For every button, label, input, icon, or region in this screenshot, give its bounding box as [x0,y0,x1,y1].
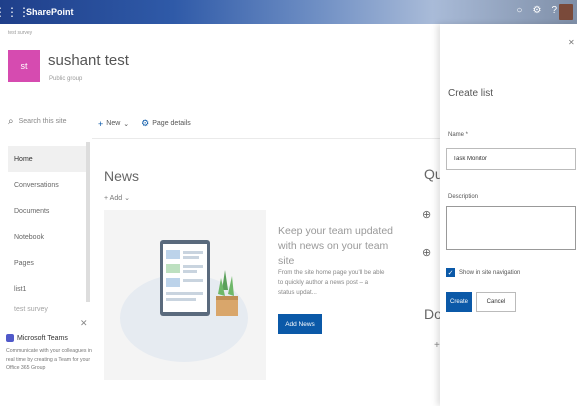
teams-promo-label: Microsoft Teams [17,334,68,342]
globe-icon[interactable]: ⊕ [422,246,431,259]
nav-item-documents[interactable]: Documents [8,198,88,224]
plus-icon: + [98,118,104,129]
news-body: From the site home page you'll be able t… [278,269,385,296]
command-bar: + New ⌄ ⚙ Page details [98,118,191,129]
nav-item-list1[interactable]: list1 [8,276,88,302]
suite-icons: ○ ⚙ ? [516,5,557,16]
new-button[interactable]: + New ⌄ [98,118,129,129]
name-field[interactable] [446,148,576,170]
avatar[interactable] [559,4,573,20]
new-label: New [106,120,121,127]
gear-icon: ⚙ [141,118,150,128]
news-illustration-image [120,240,248,362]
teams-promo-text: Communicate with your colleagues in real… [6,348,92,371]
command-bar-divider [92,138,440,139]
chevron-down-icon: ⌄ [123,120,130,128]
name-label: Name * [448,132,469,138]
site-logo[interactable]: st [8,50,40,82]
description-label: Description [448,194,479,200]
site-header: test survey st sushant test Public group [0,24,440,106]
nav-item-test-survey[interactable]: test survey [8,302,88,316]
nav-item-conversations[interactable]: Conversations [8,172,88,198]
news-title: News [104,168,140,184]
page-details-button[interactable]: ⚙ Page details [141,118,191,129]
nav-list: Home Conversations Documents Notebook Pa… [8,146,88,316]
site-search[interactable]: ⌕ Search this site [8,116,66,127]
news-add-button[interactable]: + Add ⌄ [104,194,130,202]
site-title[interactable]: sushant test [48,52,129,69]
teams-promo: Microsoft Teams Communicate with your co… [6,330,92,406]
create-list-panel: ✕ Create list Name * Description ✓ Show … [440,24,577,406]
description-field[interactable] [446,206,576,250]
news-add-label: Add [109,195,123,202]
close-icon[interactable]: ✕ [568,38,575,47]
globe-icon[interactable]: ⊕ [422,208,431,221]
panel-title: Create list [448,88,494,99]
notifications-icon[interactable]: ○ [516,5,522,16]
teams-promo-title[interactable]: Microsoft Teams [6,334,92,342]
plus-icon[interactable]: + [434,340,440,351]
help-icon[interactable]: ? [551,5,557,16]
site-subtitle: Public group [49,76,83,82]
search-placeholder[interactable]: Search this site [19,118,67,125]
nav-item-pages[interactable]: Pages [8,250,88,276]
show-in-nav-checkbox[interactable]: ✓ [446,268,455,277]
close-icon[interactable]: ✕ [80,318,88,329]
nav-item-home[interactable]: Home [8,146,88,172]
show-in-nav-label[interactable]: Show in site navigation [459,270,520,276]
nav-item-notebook[interactable]: Notebook [8,224,88,250]
news-illustration [104,210,266,380]
add-news-button[interactable]: Add News [278,314,322,334]
teams-icon [6,334,14,342]
page-details-label: Page details [152,120,191,127]
app-name[interactable]: SharePoint [26,7,74,17]
plus-icon: + [104,195,109,202]
breadcrumb[interactable]: test survey [8,30,32,36]
search-icon: ⌕ [8,116,14,127]
cancel-button[interactable]: Cancel [476,292,516,312]
suite-bar: ⋮⋮⋮ SharePoint ○ ⚙ ? [0,0,577,24]
show-in-nav-row[interactable]: ✓ Show in site navigation [446,268,520,277]
create-button[interactable]: Create [446,292,472,312]
settings-icon[interactable]: ⚙ [532,5,541,16]
app-launcher-icon[interactable]: ⋮⋮⋮ [0,0,30,24]
nav-scrollbar[interactable] [86,142,90,302]
news-heading: Keep your team updated with news on your… [278,225,393,267]
chevron-down-icon: ⌄ [124,195,130,202]
